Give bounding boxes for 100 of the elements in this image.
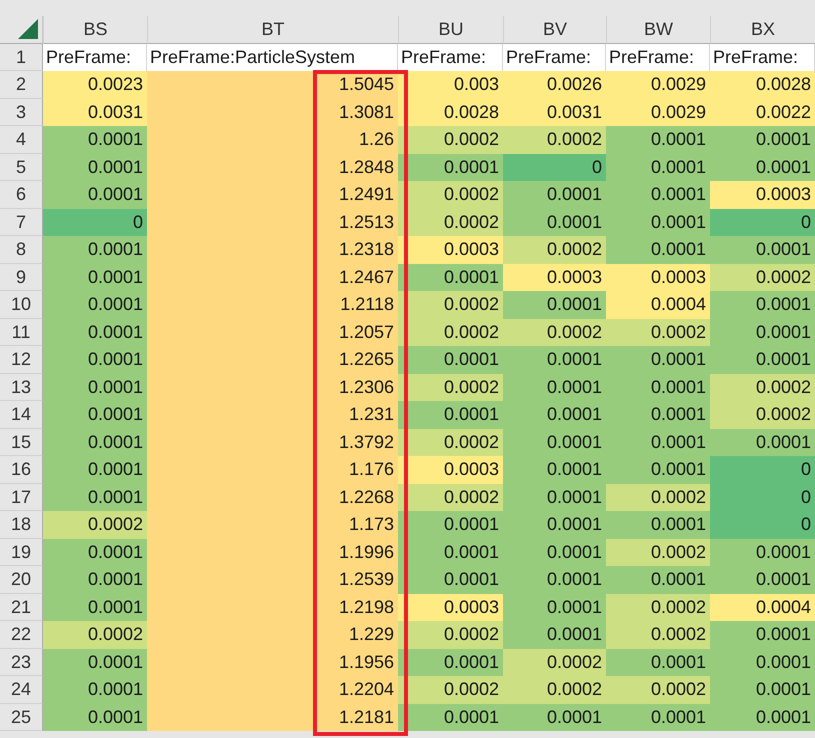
table-cell: 0.0001 (710, 428, 815, 456)
table-cell: 0.0002 (710, 401, 815, 428)
row-header[interactable]: 8 (0, 236, 43, 264)
table-cell: 0.0002 (398, 428, 503, 456)
table-cell: 0.0001 (503, 511, 606, 538)
table-cell: 0.0001 (503, 374, 606, 401)
table-cell: 0.0002 (398, 181, 503, 208)
table-cell: PreFrame: (503, 44, 606, 71)
row-header[interactable]: 22 (0, 621, 43, 648)
table-cell: 0.0004 (710, 594, 815, 621)
row-header[interactable]: 16 (0, 456, 43, 484)
table-cell: 0.0001 (43, 594, 147, 621)
table-cell: 0.0003 (503, 264, 606, 291)
table-cell: 0.0002 (398, 374, 503, 401)
table-cell: 1.2467 (147, 264, 398, 291)
table-cell: 0.0002 (398, 318, 503, 346)
table-cell: PreFrame: (606, 44, 710, 71)
row-header[interactable]: 1 (0, 44, 43, 71)
table-cell: 0.0004 (606, 291, 710, 318)
table-cell: 0.0028 (710, 71, 815, 98)
table-cell: 0.0001 (710, 154, 815, 181)
column-header[interactable]: BT (147, 16, 398, 44)
table-cell: 0.0002 (503, 236, 606, 264)
table-cell: 0.0001 (43, 648, 147, 676)
table-cell: 0.0001 (606, 208, 710, 236)
row-header[interactable]: 4 (0, 126, 43, 154)
table-cell: 0.0001 (606, 346, 710, 374)
row-header[interactable]: 25 (0, 704, 43, 731)
row-header[interactable]: 23 (0, 648, 43, 676)
row-header[interactable]: 10 (0, 291, 43, 318)
column-header[interactable]: BW (606, 16, 710, 44)
row-header[interactable]: 13 (0, 374, 43, 401)
table-cell: 0.0001 (710, 318, 815, 346)
table-cell: 0.0001 (503, 704, 606, 731)
select-all-corner[interactable] (0, 16, 43, 44)
table-cell: 0 (710, 456, 815, 484)
table-cell: 0.0003 (398, 594, 503, 621)
table-cell: 0 (710, 484, 815, 511)
row-header[interactable]: 2 (0, 71, 43, 98)
row-header[interactable]: 11 (0, 318, 43, 346)
table-cell: 0.0022 (710, 98, 815, 126)
table-cell: 0.0001 (710, 566, 815, 594)
table-cell: 1.176 (147, 456, 398, 484)
table-cell: 0.0001 (710, 676, 815, 704)
row-header[interactable]: 21 (0, 594, 43, 621)
table-cell: 0.0001 (43, 401, 147, 428)
table-cell: 0.0026 (503, 71, 606, 98)
table-cell: 0.0001 (606, 704, 710, 731)
row-header[interactable]: 14 (0, 401, 43, 428)
column-header[interactable]: BX (710, 16, 815, 44)
table-cell: 1.2318 (147, 236, 398, 264)
table-cell: 0.0001 (43, 484, 147, 511)
row-header[interactable]: 17 (0, 484, 43, 511)
table-cell: 0.0001 (398, 648, 503, 676)
table-cell: 0.0001 (606, 456, 710, 484)
table-cell: 0.0002 (398, 208, 503, 236)
table-cell: 0.0002 (606, 484, 710, 511)
table-cell: 0.0001 (710, 538, 815, 566)
table-cell: 0.0002 (398, 676, 503, 704)
table-cell: 1.2513 (147, 208, 398, 236)
table-cell: 0.0001 (43, 154, 147, 181)
row-header[interactable]: 6 (0, 181, 43, 208)
column-header[interactable]: BU (398, 16, 503, 44)
table-cell: 1.2204 (147, 676, 398, 704)
table-cell: 1.2306 (147, 374, 398, 401)
table-cell: 0.0001 (43, 318, 147, 346)
table-cell: 0.0029 (606, 71, 710, 98)
row-header[interactable]: 19 (0, 538, 43, 566)
row-header[interactable]: 18 (0, 511, 43, 538)
table-cell: PreFrame:ParticleSystem (147, 44, 398, 71)
table-cell: 1.231 (147, 401, 398, 428)
table-cell: 0.0001 (503, 456, 606, 484)
table-cell: 1.2268 (147, 484, 398, 511)
table-cell: 1.173 (147, 511, 398, 538)
table-cell: 1.1956 (147, 648, 398, 676)
table-cell: 0.0001 (398, 704, 503, 731)
table-cell: 0.0001 (606, 648, 710, 676)
table-cell: 0.0001 (710, 236, 815, 264)
column-header[interactable]: BS (43, 16, 147, 44)
table-cell: 0.0001 (398, 566, 503, 594)
row-header[interactable]: 5 (0, 154, 43, 181)
row-header[interactable]: 7 (0, 208, 43, 236)
table-cell: 0.0001 (710, 346, 815, 374)
row-header[interactable]: 12 (0, 346, 43, 374)
table-cell: 0.0001 (43, 264, 147, 291)
row-header[interactable]: 24 (0, 676, 43, 704)
row-header[interactable]: 9 (0, 264, 43, 291)
table-cell: 0.0001 (606, 236, 710, 264)
row-header[interactable]: 20 (0, 566, 43, 594)
table-cell: 0.0002 (503, 318, 606, 346)
table-cell: 0.0001 (710, 704, 815, 731)
table-cell: 1.2265 (147, 346, 398, 374)
table-cell: 0.0001 (43, 704, 147, 731)
column-header[interactable]: BV (503, 16, 606, 44)
table-cell: 0.0003 (606, 264, 710, 291)
corner-triangle-icon (18, 18, 38, 38)
row-header[interactable]: 15 (0, 428, 43, 456)
table-cell: 1.1996 (147, 538, 398, 566)
row-header[interactable]: 3 (0, 98, 43, 126)
table-cell: 0.0001 (398, 346, 503, 374)
